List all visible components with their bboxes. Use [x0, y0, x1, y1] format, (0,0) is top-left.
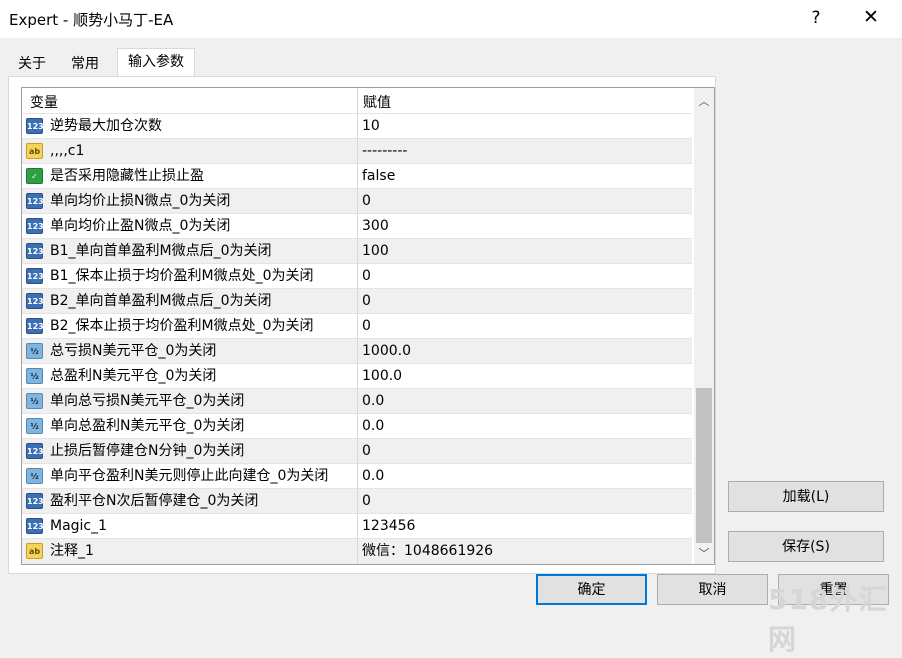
double-type-icon: ½	[26, 368, 43, 384]
integer-type-icon: 123	[26, 118, 44, 134]
parameter-value[interactable]: ---------	[362, 139, 407, 164]
load-button[interactable]: 加载(L)	[728, 481, 884, 512]
parameter-value[interactable]: 0	[362, 264, 371, 289]
column-variable[interactable]: 变量	[30, 92, 58, 112]
parameter-value[interactable]: 1000.0	[362, 339, 411, 364]
integer-type-icon: 123	[26, 243, 44, 259]
parameter-name: 逆势最大加仓次数	[50, 118, 162, 134]
integer-type-icon: 123	[26, 218, 44, 234]
double-type-icon: ½	[26, 418, 43, 434]
parameter-value[interactable]: 123456	[362, 514, 415, 539]
parameter-value[interactable]: 0	[362, 314, 371, 339]
parameter-name: B1_单向首单盈利M微点后_0为关闭	[50, 243, 272, 259]
double-type-icon: ½	[26, 468, 43, 484]
parameter-name: ,,,,c1	[50, 143, 85, 159]
parameter-name: B2_保本止损于均价盈利M微点处_0为关闭	[50, 318, 314, 334]
parameters-grid: 变量 赋值 123 逆势最大加仓次数 10 ab ,,,,c1 --------- ✓ 是否采…	[21, 87, 715, 565]
save-button[interactable]: 保存(S)	[728, 531, 884, 562]
parameter-value[interactable]: 100	[362, 239, 389, 264]
column-divider	[357, 88, 358, 564]
cancel-button[interactable]: 取消	[657, 574, 768, 605]
tab-about[interactable]: 关于	[8, 52, 56, 76]
parameter-name: 单向均价止盈N微点_0为关闭	[50, 218, 231, 234]
parameter-name: B2_单向首单盈利M微点后_0为关闭	[50, 293, 272, 309]
integer-type-icon: 123	[26, 518, 44, 534]
ok-button[interactable]: 确定	[536, 574, 647, 605]
parameter-value[interactable]: false	[362, 164, 395, 189]
parameter-name: 单向平仓盈利N美元则停止此向建仓_0为关闭	[50, 468, 329, 484]
parameter-value[interactable]: 0	[362, 439, 371, 464]
parameter-name: 是否采用隐藏性止损止盈	[50, 168, 204, 184]
parameter-name: 总亏损N美元平仓_0为关闭	[50, 343, 217, 359]
parameter-value[interactable]: 微信：1048661926	[362, 539, 493, 564]
integer-type-icon: 123	[26, 443, 44, 459]
integer-type-icon: 123	[26, 193, 44, 209]
title-bar: Expert - 顺势小马丁-EA ? ✕	[0, 0, 902, 38]
boolean-type-icon: ✓	[26, 168, 43, 184]
double-type-icon: ½	[26, 393, 43, 409]
parameter-value[interactable]: 0.0	[362, 389, 384, 414]
parameter-value[interactable]: 0.0	[362, 414, 384, 439]
parameter-value[interactable]: 0	[362, 289, 371, 314]
parameter-value[interactable]: 10	[362, 114, 380, 139]
double-type-icon: ½	[26, 343, 43, 359]
parameter-value[interactable]: 100.0	[362, 364, 402, 389]
column-value[interactable]: 赋值	[363, 92, 391, 112]
string-type-icon: ab	[26, 143, 43, 159]
vertical-scrollbar[interactable]: ︿ ﹀	[694, 88, 714, 564]
integer-type-icon: 123	[26, 293, 44, 309]
scroll-thumb[interactable]	[696, 388, 712, 543]
parameter-value[interactable]: 0.0	[362, 464, 384, 489]
parameter-name: 单向均价止损N微点_0为关闭	[50, 193, 231, 209]
parameter-name: 注释_1	[50, 543, 94, 559]
tab-inputs[interactable]: 输入参数	[117, 48, 195, 78]
scroll-down-icon[interactable]: ﹀	[697, 545, 711, 560]
parameter-name: Magic_1	[50, 518, 108, 534]
integer-type-icon: 123	[26, 318, 44, 334]
parameter-name: 盈利平仓N次后暂停建仓_0为关闭	[50, 493, 259, 509]
watermark: 518外汇网	[768, 583, 888, 656]
integer-type-icon: 123	[26, 493, 44, 509]
window-title: Expert - 顺势小马丁-EA	[9, 11, 174, 29]
parameter-value[interactable]: 300	[362, 214, 389, 239]
close-icon[interactable]: ✕	[860, 6, 882, 28]
parameter-name: B1_保本止损于均价盈利M微点处_0为关闭	[50, 268, 314, 284]
parameter-value[interactable]: 0	[362, 189, 371, 214]
help-icon[interactable]: ?	[806, 8, 826, 28]
parameter-value[interactable]: 0	[362, 489, 371, 514]
parameter-name: 总盈利N美元平仓_0为关闭	[50, 368, 217, 384]
tab-common[interactable]: 常用	[61, 52, 109, 76]
parameter-name: 单向总亏损N美元平仓_0为关闭	[50, 393, 245, 409]
parameter-name: 止损后暂停建仓N分钟_0为关闭	[50, 443, 245, 459]
parameter-name: 单向总盈利N美元平仓_0为关闭	[50, 418, 245, 434]
integer-type-icon: 123	[26, 268, 44, 284]
string-type-icon: ab	[26, 543, 43, 559]
scroll-up-icon[interactable]: ︿	[697, 93, 711, 108]
